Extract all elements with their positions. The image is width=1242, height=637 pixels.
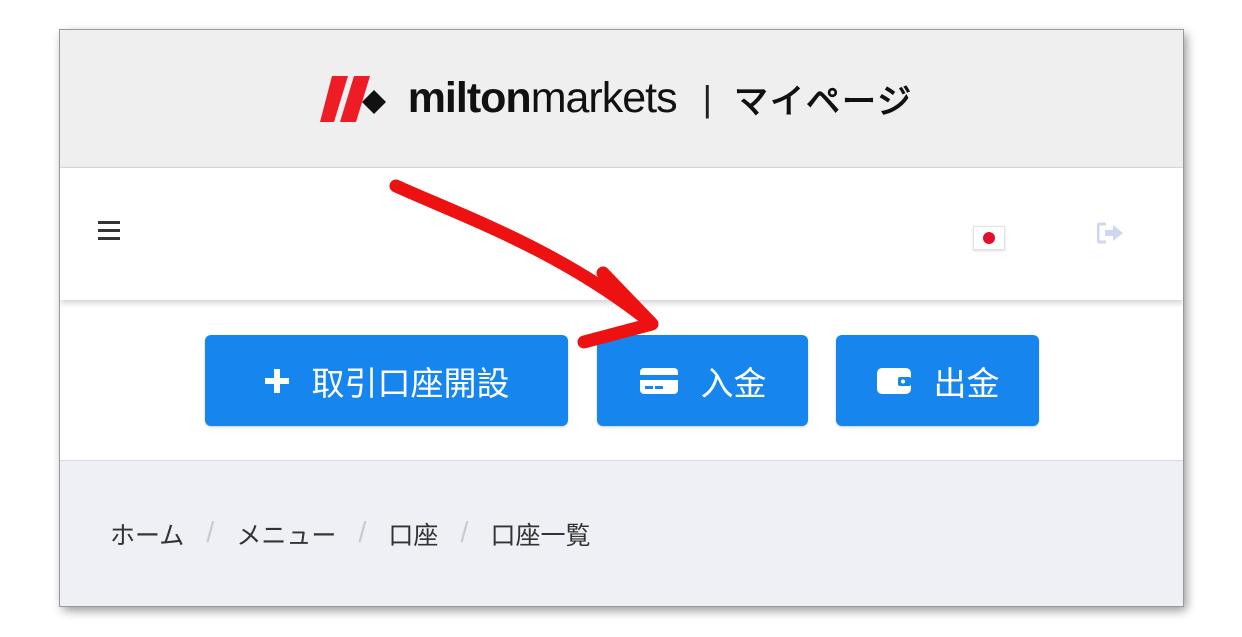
wallet-icon <box>876 366 912 396</box>
breadcrumb-separator: / <box>358 517 367 549</box>
withdraw-label: 出金 <box>933 363 1000 403</box>
breadcrumb-separator: / <box>460 517 469 549</box>
credit-card-icon <box>639 366 679 396</box>
hamburger-icon[interactable] <box>98 221 120 241</box>
open-account-label: 取引口座開設 <box>311 363 510 403</box>
page-title: マイページ <box>733 82 914 122</box>
brand-separator: | <box>702 77 712 119</box>
brand-header: milton markets | マイページ <box>60 30 1183 168</box>
deposit-button[interactable]: 入金 <box>597 335 808 426</box>
breadcrumb-separator: / <box>206 517 215 549</box>
breadcrumb-menu[interactable]: メニュー <box>236 516 336 552</box>
breadcrumb-current: 口座一覧 <box>490 520 591 550</box>
japan-flag-icon[interactable] <box>973 226 1005 250</box>
open-account-button[interactable]: 取引口座開設 <box>205 335 568 426</box>
breadcrumb-account[interactable]: 口座 <box>388 516 438 552</box>
brand-logo[interactable]: milton markets | マイページ <box>319 74 914 123</box>
breadcrumb-home[interactable]: ホーム <box>110 516 184 552</box>
brand-name-bold: milton <box>407 74 532 122</box>
logout-icon[interactable] <box>1097 222 1125 244</box>
milton-markets-logo-icon <box>319 75 386 122</box>
top-navbar <box>60 168 1183 300</box>
brand-name-light: markets <box>530 74 678 122</box>
deposit-label: 入金 <box>700 363 767 403</box>
screenshot-frame: milton markets | マイページ 取引口座開設 入金 出金 ホーム … <box>60 30 1183 606</box>
action-buttons-bar: 取引口座開設 入金 出金 <box>60 301 1183 461</box>
withdraw-button[interactable]: 出金 <box>836 335 1039 426</box>
plus-icon <box>264 368 290 394</box>
breadcrumb: ホーム / メニュー / 口座 / 口座一覧 <box>60 461 1183 606</box>
